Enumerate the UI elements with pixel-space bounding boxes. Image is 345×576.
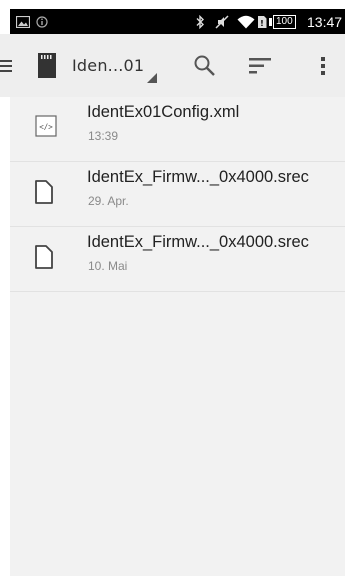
xml-file-icon: </> bbox=[35, 115, 57, 141]
search-icon[interactable] bbox=[193, 34, 217, 97]
overflow-menu-icon[interactable] bbox=[320, 34, 326, 97]
file-name: IdentEx01Config.xml bbox=[87, 103, 240, 121]
svg-text:!: ! bbox=[260, 19, 264, 28]
file-icon bbox=[35, 245, 53, 273]
bluetooth-icon bbox=[195, 9, 205, 34]
file-name: IdentEx_Firmw..._0x4000.srec bbox=[87, 168, 309, 186]
file-name: IdentEx_Firmw..._0x4000.srec bbox=[87, 233, 309, 251]
status-bar: ! 100 13:47 bbox=[10, 9, 345, 34]
image-icon bbox=[16, 9, 30, 34]
action-bar: Iden...01 bbox=[0, 34, 345, 97]
list-item[interactable]: </> IdentEx01Config.xml 13:39 bbox=[10, 97, 345, 162]
file-date: 13:39 bbox=[88, 129, 119, 143]
file-list: </> IdentEx01Config.xml 13:39 IdentEx_Fi… bbox=[10, 97, 345, 576]
clock: 13:47 bbox=[307, 13, 343, 30]
file-icon bbox=[35, 180, 53, 208]
mute-icon bbox=[215, 9, 229, 34]
wifi-icon bbox=[237, 9, 255, 34]
sort-icon[interactable] bbox=[249, 34, 271, 97]
path-label: Iden...01 bbox=[72, 56, 145, 75]
no-sim-icon: ! bbox=[257, 9, 267, 34]
list-item[interactable]: IdentEx_Firmw..._0x4000.srec 29. Apr. bbox=[10, 162, 345, 227]
path-dropdown[interactable]: Iden...01 bbox=[72, 34, 144, 97]
sdcard-icon[interactable] bbox=[38, 34, 56, 97]
list-item[interactable]: IdentEx_Firmw..._0x4000.srec 10. Mai bbox=[10, 227, 345, 292]
menu-icon[interactable] bbox=[0, 34, 12, 97]
battery-level: 100 bbox=[273, 14, 296, 29]
battery-icon: 100 bbox=[269, 9, 296, 34]
file-date: 29. Apr. bbox=[88, 194, 129, 208]
svg-text:</>: </> bbox=[39, 123, 53, 132]
info-icon bbox=[36, 9, 48, 34]
file-date: 10. Mai bbox=[88, 259, 128, 273]
